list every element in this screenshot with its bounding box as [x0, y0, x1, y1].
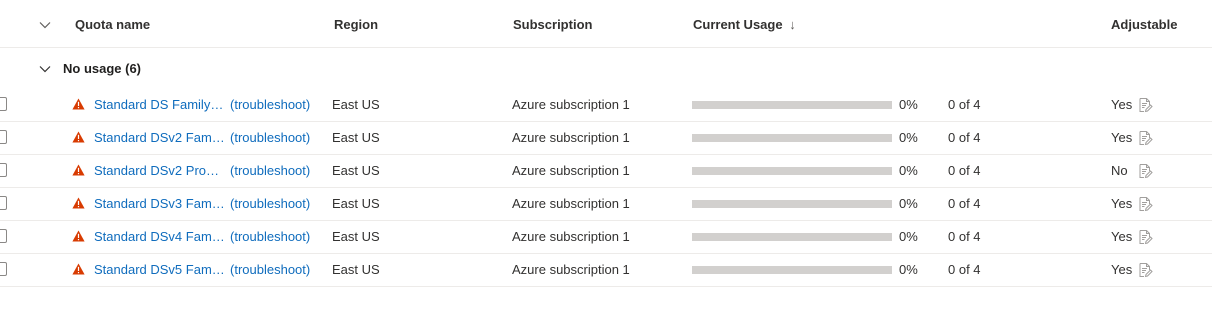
usage-count: 0 of 4 [948, 163, 981, 178]
troubleshoot-link[interactable]: troubleshoot [234, 163, 306, 178]
row-checkbox[interactable] [0, 262, 7, 276]
region-cell: East US [332, 130, 380, 145]
region-cell: East US [332, 163, 380, 178]
adjustable-value: Yes [1111, 97, 1133, 112]
usage-count: 0 of 4 [948, 196, 981, 211]
troubleshoot-link[interactable]: troubleshoot [234, 196, 306, 211]
troubleshoot-link-wrapper: (troubleshoot) [230, 97, 311, 112]
edit-request-icon[interactable] [1137, 262, 1153, 278]
usage-progress-bar [692, 167, 892, 175]
row-checkbox[interactable] [0, 97, 7, 111]
column-header-current-usage[interactable]: Current Usage ↓ [693, 0, 796, 47]
subscription-cell: Azure subscription 1 [512, 262, 630, 277]
table-row[interactable]: Standard DS Family v... (troubleshoot) E… [0, 88, 1212, 122]
table-row[interactable]: Standard DSv2 Famil... (troubleshoot) Ea… [0, 121, 1212, 155]
quota-name-link[interactable]: Standard DSv5 Famil... [94, 253, 226, 286]
usage-percent: 0% [899, 163, 918, 178]
troubleshoot-link[interactable]: troubleshoot [234, 229, 306, 244]
edit-request-icon[interactable] [1137, 130, 1153, 146]
current-usage-header-label: Current Usage [693, 17, 783, 32]
troubleshoot-link[interactable]: troubleshoot [234, 262, 306, 277]
region-cell: East US [332, 97, 380, 112]
warning-icon [72, 263, 85, 275]
troubleshoot-link-wrapper: (troubleshoot) [230, 130, 311, 145]
quota-name-link[interactable]: Standard DSv2 Famil... [94, 121, 226, 154]
column-header-adjustable[interactable]: Adjustable [1111, 0, 1177, 47]
sort-descending-icon: ↓ [789, 17, 796, 32]
row-checkbox[interactable] [0, 130, 7, 144]
region-cell: East US [332, 262, 380, 277]
troubleshoot-link[interactable]: troubleshoot [234, 97, 306, 112]
usage-progress-bar [692, 134, 892, 142]
usage-progress-bar [692, 101, 892, 109]
subscription-cell: Azure subscription 1 [512, 196, 630, 211]
usage-count: 0 of 4 [948, 130, 981, 145]
troubleshoot-link-wrapper: (troubleshoot) [230, 262, 311, 277]
column-header-quota-name[interactable]: Quota name [75, 0, 150, 47]
warning-icon [72, 164, 85, 176]
adjustable-value: Yes [1111, 196, 1133, 211]
troubleshoot-link[interactable]: troubleshoot [234, 130, 306, 145]
table-row[interactable]: Standard DSv3 Famil... (troubleshoot) Ea… [0, 187, 1212, 221]
troubleshoot-link-wrapper: (troubleshoot) [230, 229, 311, 244]
troubleshoot-link-wrapper: (troubleshoot) [230, 163, 311, 178]
adjustable-value: Yes [1111, 130, 1133, 145]
subscription-cell: Azure subscription 1 [512, 163, 630, 178]
subscription-cell: Azure subscription 1 [512, 130, 630, 145]
usage-percent: 0% [899, 130, 918, 145]
quota-name-link[interactable]: Standard DS Family v... [94, 88, 226, 121]
quota-name-link[interactable]: Standard DSv3 Famil... [94, 187, 226, 220]
edit-request-icon[interactable] [1137, 97, 1153, 113]
warning-icon [72, 131, 85, 143]
table-row[interactable]: Standard DSv4 Famil... (troubleshoot) Ea… [0, 220, 1212, 254]
row-checkbox[interactable] [0, 196, 7, 210]
column-header-region[interactable]: Region [334, 0, 378, 47]
usage-count: 0 of 4 [948, 262, 981, 277]
usage-progress-bar [692, 266, 892, 274]
grid-header: Quota name Region Subscription Current U… [0, 0, 1212, 48]
expand-all-chevron-down-icon[interactable] [38, 18, 52, 32]
adjustable-value: Yes [1111, 229, 1133, 244]
region-cell: East US [332, 196, 380, 211]
warning-icon [72, 230, 85, 242]
usage-progress-bar [692, 233, 892, 241]
quota-name-link[interactable]: Standard DSv4 Famil... [94, 220, 226, 253]
quota-grid: Quota name Region Subscription Current U… [0, 0, 1212, 335]
warning-icon [72, 197, 85, 209]
column-header-subscription[interactable]: Subscription [513, 0, 592, 47]
region-cell: East US [332, 229, 380, 244]
quota-name-link[interactable]: Standard DSv2 Prom... [94, 154, 226, 187]
edit-request-icon[interactable] [1137, 229, 1153, 245]
usage-percent: 0% [899, 262, 918, 277]
subscription-cell: Azure subscription 1 [512, 97, 630, 112]
edit-request-icon[interactable] [1137, 163, 1153, 179]
adjustable-value: No [1111, 163, 1128, 178]
group-header-no-usage[interactable]: No usage (6) [0, 48, 1212, 88]
usage-count: 0 of 4 [948, 229, 981, 244]
usage-percent: 0% [899, 97, 918, 112]
adjustable-value: Yes [1111, 262, 1133, 277]
warning-icon [72, 98, 85, 110]
group-collapse-chevron-down-icon[interactable] [38, 62, 52, 76]
edit-request-icon[interactable] [1137, 196, 1153, 212]
row-checkbox[interactable] [0, 163, 7, 177]
table-row[interactable]: Standard DSv2 Prom... (troubleshoot) Eas… [0, 154, 1212, 188]
subscription-cell: Azure subscription 1 [512, 229, 630, 244]
usage-count: 0 of 4 [948, 97, 981, 112]
table-row[interactable]: Standard DSv5 Famil... (troubleshoot) Ea… [0, 253, 1212, 287]
row-checkbox[interactable] [0, 229, 7, 243]
troubleshoot-link-wrapper: (troubleshoot) [230, 196, 311, 211]
usage-progress-bar [692, 200, 892, 208]
usage-percent: 0% [899, 229, 918, 244]
group-label: No usage (6) [63, 61, 142, 76]
usage-percent: 0% [899, 196, 918, 211]
